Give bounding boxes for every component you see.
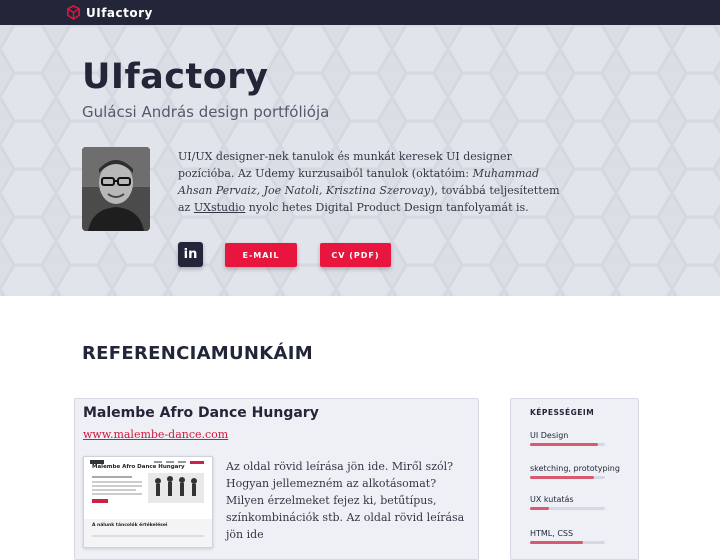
skill-label: UI Design xyxy=(530,431,569,440)
hero-section: UIfactory Gulácsi András design portfóli… xyxy=(0,25,720,296)
page-title: UIfactory xyxy=(82,57,269,97)
bio-part1: UI/UX designer-nek tanulok és munkát ker… xyxy=(178,150,512,180)
skill-bar-track xyxy=(530,476,605,479)
references-heading: REFERENCIAMUNKÁIM xyxy=(82,343,313,364)
project-url-link[interactable]: www.malembe-dance.com xyxy=(83,428,228,441)
skill-item: UI Design xyxy=(530,431,610,446)
brand-link[interactable]: UIfactory xyxy=(66,5,153,20)
project-description: Az oldal rövid leírása jön ide. Miről sz… xyxy=(226,460,465,541)
thumbnail-site-title: Malembe Afro Dance Hungary xyxy=(92,464,185,470)
cv-pdf-button[interactable]: CV (PDF) xyxy=(320,243,391,267)
skills-panel: KÉPESSÉGEIM UI Design sketching, prototyp… xyxy=(510,398,639,560)
skill-item: HTML, CSS xyxy=(530,529,610,544)
project-card: Malembe Afro Dance Hungary www.malembe-d… xyxy=(74,398,479,560)
page-subtitle: Gulácsi András design portfóliója xyxy=(82,103,330,121)
skill-label: sketching, prototyping xyxy=(530,464,620,473)
cube-logo-icon xyxy=(67,5,80,20)
skill-bar-track xyxy=(530,443,605,446)
skill-item: sketching, prototyping xyxy=(530,464,620,479)
email-button[interactable]: E-MAIL xyxy=(225,243,297,267)
brand-name: UIfactory xyxy=(86,5,153,20)
bio-part3: nyolc hetes Digital Product Design tanfo… xyxy=(245,201,529,214)
skill-bar-track xyxy=(530,541,605,544)
skill-bar-fill xyxy=(530,443,598,446)
skill-bar-fill xyxy=(530,507,549,510)
linkedin-icon[interactable]: in xyxy=(178,242,203,267)
bio-text: UI/UX designer-nek tanulok és munkát ker… xyxy=(178,148,570,216)
skill-item: UX kutatás xyxy=(530,495,610,510)
skill-bar-fill xyxy=(530,541,583,544)
project-title: Malembe Afro Dance Hungary xyxy=(83,405,319,421)
skill-label: HTML, CSS xyxy=(530,529,574,538)
profile-photo xyxy=(82,147,150,231)
thumbnail-section-label: A nálunk táncolók értékelései xyxy=(92,523,168,528)
skill-bar-track xyxy=(530,507,605,510)
uxstudio-link[interactable]: UXstudio xyxy=(194,201,245,214)
top-navbar: UIfactory xyxy=(0,0,720,25)
skill-bar-fill xyxy=(530,476,594,479)
skills-heading: KÉPESSÉGEIM xyxy=(530,408,595,417)
skill-label: UX kutatás xyxy=(530,495,574,504)
project-thumbnail[interactable]: Malembe Afro Dance Hungary A nálunk tánc… xyxy=(83,456,213,548)
